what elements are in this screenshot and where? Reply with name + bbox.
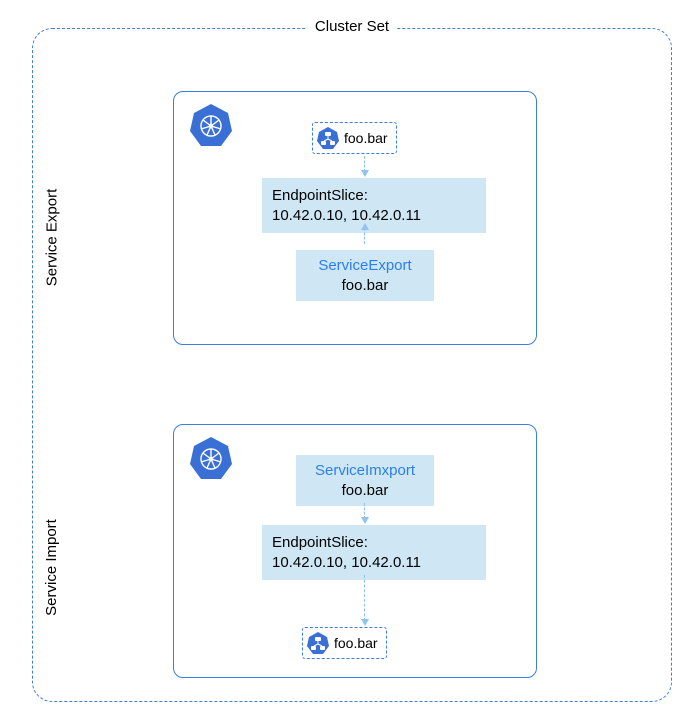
cr-kind: ServiceImxport bbox=[296, 461, 434, 481]
service-icon bbox=[306, 631, 330, 655]
arrow-down-icon bbox=[364, 503, 365, 519]
arrow-down-icon bbox=[364, 156, 365, 172]
cr-kind: ServiceExport bbox=[296, 256, 434, 276]
export-cluster: foo.bar EndpointSlice: 10.42.0.10, 10.42… bbox=[173, 91, 537, 345]
cluster-set-title: Cluster Set bbox=[307, 18, 397, 35]
kubernetes-icon bbox=[188, 102, 234, 148]
service-name: foo.bar bbox=[344, 130, 388, 146]
import-cluster: ServiceImxport foo.bar EndpointSlice: 10… bbox=[173, 424, 537, 678]
cr-name: foo.bar bbox=[296, 276, 434, 296]
kubernetes-icon bbox=[188, 435, 234, 481]
service-import-cr: ServiceImxport foo.bar bbox=[296, 455, 434, 506]
arrow-down-icon bbox=[364, 575, 365, 621]
service-name: foo.bar bbox=[334, 635, 378, 651]
service-foo-bar: foo.bar bbox=[302, 627, 387, 659]
endpointslice-ips: 10.42.0.10, 10.42.0.11 bbox=[272, 553, 476, 573]
arrow-up-icon bbox=[364, 228, 365, 244]
section-label-export: Service Export bbox=[43, 189, 60, 287]
cluster-set-container: Cluster Set Service Export Service Impor… bbox=[32, 28, 672, 702]
endpointslice-box: EndpointSlice: 10.42.0.10, 10.42.0.11 bbox=[262, 178, 486, 233]
endpointslice-ips: 10.42.0.10, 10.42.0.11 bbox=[272, 206, 476, 226]
endpointslice-label: EndpointSlice: bbox=[272, 186, 476, 206]
endpointslice-label: EndpointSlice: bbox=[272, 533, 476, 553]
service-export-cr: ServiceExport foo.bar bbox=[296, 250, 434, 301]
cr-name: foo.bar bbox=[296, 481, 434, 501]
endpointslice-box: EndpointSlice: 10.42.0.10, 10.42.0.11 bbox=[262, 525, 486, 580]
service-foo-bar: foo.bar bbox=[312, 122, 397, 154]
service-icon bbox=[316, 126, 340, 150]
section-label-import: Service Import bbox=[43, 519, 60, 616]
